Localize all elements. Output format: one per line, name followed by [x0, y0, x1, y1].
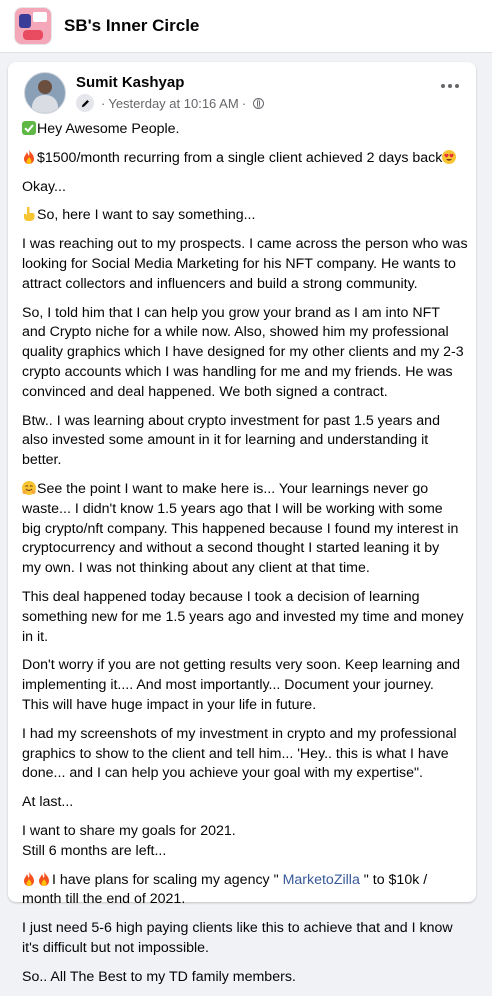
post-paragraph: I want to share my goals for 2021. Still… — [22, 822, 236, 859]
post-paragraph: So, here I want to say something... — [22, 206, 468, 226]
post-paragraph: At last... — [22, 794, 74, 811]
post-meta: · Yesterday at 10:16 AM · — [76, 94, 265, 112]
check-mark-icon — [22, 121, 36, 135]
post-paragraph: Hey Awesome People. — [22, 120, 468, 140]
pencil-icon — [76, 94, 94, 112]
fire-icon — [24, 871, 34, 886]
globe-icon — [253, 97, 265, 109]
post-paragraph: Don't worry if you are not getting resul… — [22, 657, 461, 713]
group-name[interactable]: SB's Inner Circle — [64, 16, 199, 36]
author-name[interactable]: Sumit Kashyap — [76, 74, 184, 91]
more-options-button[interactable] — [434, 74, 466, 98]
hugging-face-emoji-icon — [22, 480, 36, 495]
group-thumbnail[interactable] — [14, 7, 52, 45]
post-paragraph: So, I told him that I can help you grow … — [22, 304, 464, 400]
fire-icon — [39, 871, 49, 886]
post-paragraph: $1500/month recurring from a single clie… — [22, 149, 468, 169]
post-body: Hey Awesome People. $1500/month recurrin… — [22, 120, 468, 996]
post-paragraph: Btw.. I was learning about crypto invest… — [22, 412, 440, 469]
post-paragraph: I have plans for scaling my agency " Mar… — [22, 871, 428, 908]
group-header: SB's Inner Circle — [0, 0, 492, 53]
post-paragraph: I just need 5-6 high paying clients like… — [22, 920, 453, 956]
post-paragraph: Okay... — [22, 178, 66, 195]
post-paragraph: This deal happened today because I took … — [22, 588, 464, 645]
fire-icon — [24, 149, 34, 164]
post-paragraph: So.. All The Best to my TD family member… — [22, 968, 296, 985]
post-paragraph: See the point I want to make here is... … — [22, 480, 459, 577]
post-paragraph: I was reaching out to my prospects. I ca… — [22, 236, 468, 292]
post-timestamp[interactable]: Yesterday at 10:16 AM — [108, 96, 238, 111]
post-paragraph: I had my screenshots of my investment in… — [22, 725, 457, 782]
pointing-down-hand-icon — [24, 207, 35, 222]
post-card: Sumit Kashyap · Yesterday at 10:16 AM · … — [8, 62, 476, 985]
heart-eyes-emoji-icon — [442, 149, 457, 164]
author-avatar[interactable] — [24, 72, 66, 114]
marketozilla-link[interactable]: MarketoZilla — [283, 872, 360, 888]
